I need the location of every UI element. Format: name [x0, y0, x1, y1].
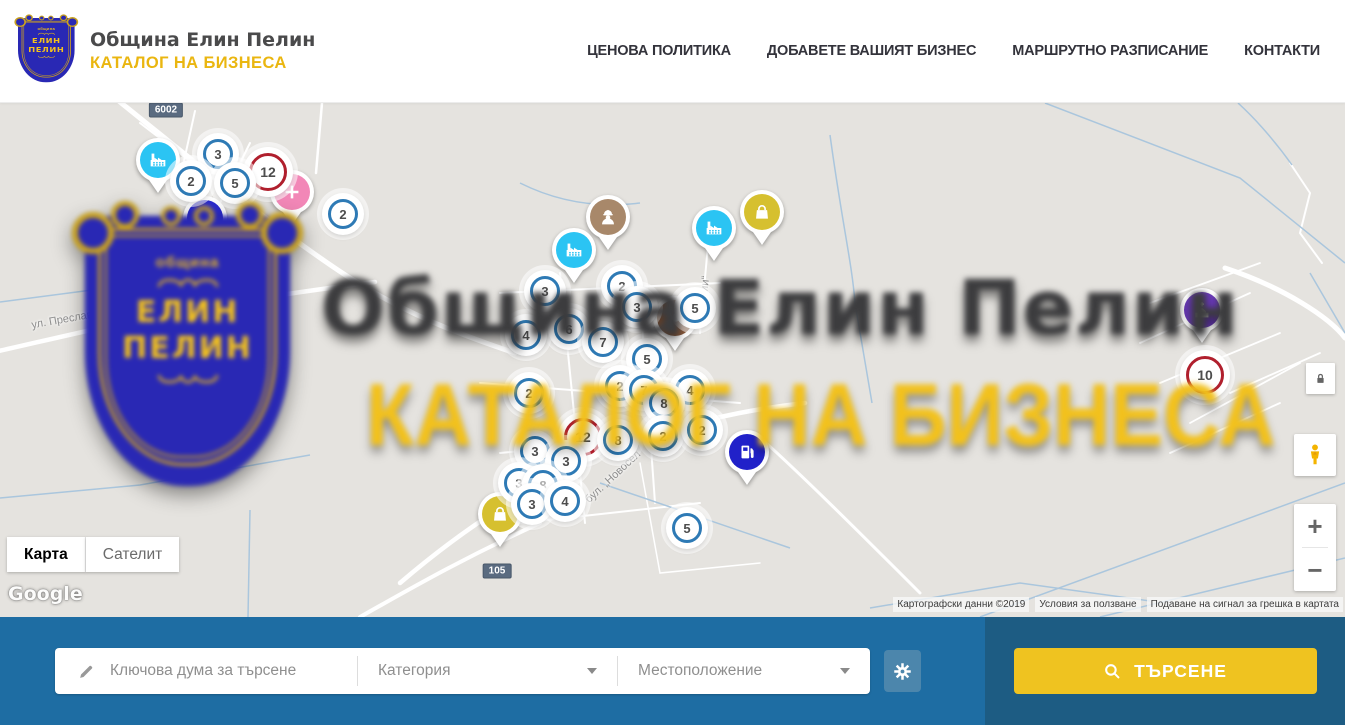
- page: община ЕЛИН ПЕЛИН Община Елин Пелин КАТА…: [0, 0, 1345, 725]
- map-canvas[interactable]: 6002105ул. Преславбул. „Новоселции“ 1232…: [0, 103, 1345, 617]
- category-pin[interactable]: [740, 190, 784, 234]
- cluster-marker[interactable]: 3: [524, 270, 566, 312]
- fuel-icon: [729, 434, 765, 470]
- cluster-count: 4: [550, 486, 580, 516]
- cluster-count: 2: [687, 415, 717, 445]
- cluster-marker[interactable]: 2: [642, 415, 684, 457]
- emblem-name-line1: ЕЛИН: [32, 37, 61, 46]
- cluster-count: 4: [511, 320, 541, 350]
- category-select[interactable]: Категория: [357, 656, 617, 686]
- bag-icon: [744, 194, 780, 230]
- search-fields-group: Категория Местоположение: [55, 648, 870, 694]
- chevron-down-icon: [587, 668, 597, 674]
- cluster-count: 5: [220, 168, 250, 198]
- category-pin[interactable]: [552, 228, 596, 272]
- emblem-ornament-icon: [37, 32, 56, 36]
- business-markers: 123252323564752742812822333834510: [0, 103, 1345, 617]
- emblem-town-label: община: [37, 27, 55, 31]
- cluster-count: 3: [622, 292, 652, 322]
- advanced-search-button[interactable]: [884, 650, 921, 692]
- category-pin[interactable]: [725, 430, 769, 474]
- cluster-marker[interactable]: 2: [322, 193, 364, 235]
- cluster-marker[interactable]: 2: [681, 409, 723, 451]
- attribution-terms-link[interactable]: Условия за ползване: [1035, 597, 1140, 612]
- attribution-report-link[interactable]: Подаване на сигнал за грешка в картата: [1147, 597, 1343, 612]
- map-type-control: Карта Сателит: [7, 537, 179, 572]
- map-type-map-button[interactable]: Карта: [7, 537, 86, 572]
- cluster-marker[interactable]: 4: [505, 314, 547, 356]
- cluster-count: 6: [554, 314, 584, 344]
- zoom-out-button[interactable]: −: [1294, 548, 1336, 591]
- street-view-pegman[interactable]: [1294, 434, 1336, 476]
- cluster-marker[interactable]: 10: [1180, 350, 1230, 400]
- category-pin[interactable]: [1180, 288, 1224, 332]
- search-icon: [1103, 662, 1122, 681]
- cluster-count: 2: [328, 199, 358, 229]
- lock-icon: [1313, 371, 1328, 386]
- map-type-satellite-button[interactable]: Сателит: [86, 537, 179, 572]
- cluster-marker[interactable]: 8: [597, 419, 639, 461]
- zoom-control: + −: [1294, 504, 1336, 591]
- keyword-field-wrap: [55, 662, 357, 681]
- cluster-marker[interactable]: 2: [508, 372, 550, 414]
- category-pin[interactable]: [692, 206, 736, 250]
- site-header: община ЕЛИН ПЕЛИН Община Елин Пелин КАТА…: [0, 0, 1345, 103]
- cluster-marker[interactable]: 5: [666, 507, 708, 549]
- cluster-marker[interactable]: 3: [616, 286, 658, 328]
- fuel-icon: [187, 200, 223, 236]
- site-title: Община Елин Пелин: [90, 28, 315, 53]
- nav-contacts[interactable]: КОНТАКТИ: [1244, 43, 1320, 59]
- cluster-count: 5: [680, 293, 710, 323]
- category-select-label: Категория: [378, 662, 450, 680]
- cluster-marker[interactable]: 4: [544, 480, 586, 522]
- search-submit-button[interactable]: ТЪРСЕНЕ: [1014, 648, 1317, 694]
- google-logo: Google: [8, 583, 83, 605]
- cluster-count: 7: [588, 327, 618, 357]
- map-attribution: Картографски данни ©2019 Условия за полз…: [893, 597, 1343, 612]
- zoom-in-button[interactable]: +: [1294, 504, 1336, 547]
- church-icon: [1184, 292, 1220, 328]
- location-select[interactable]: Местоположение: [617, 656, 870, 686]
- factory-icon: [696, 210, 732, 246]
- factory-icon: [556, 232, 592, 268]
- search-bar: Категория Местоположение ТЪРСЕНЕ: [0, 617, 1345, 725]
- attribution-data-label: Картографски данни ©2019: [893, 597, 1029, 612]
- lock-button[interactable]: [1306, 363, 1335, 394]
- nav-route-schedule[interactable]: МАРШРУТНО РАЗПИСАНИЕ: [1012, 43, 1208, 59]
- cluster-count: 2: [648, 421, 678, 451]
- cluster-marker[interactable]: 5: [674, 287, 716, 329]
- site-subtitle: КАТАЛОГ НА БИЗНЕСА: [90, 53, 315, 74]
- category-pin[interactable]: [183, 196, 227, 240]
- nav-pricing-policy[interactable]: ЦЕНОВА ПОЛИТИКА: [587, 43, 731, 59]
- pencil-icon: [77, 662, 96, 681]
- cluster-marker[interactable]: 7: [582, 321, 624, 363]
- cluster-count: 2: [176, 166, 206, 196]
- brand[interactable]: община ЕЛИН ПЕЛИН Община Елин Пелин КАТА…: [18, 18, 315, 84]
- cluster-count: 8: [603, 425, 633, 455]
- cluster-count: 10: [1186, 356, 1224, 394]
- nav-add-your-business[interactable]: ДОБАВЕТЕ ВАШИЯТ БИЗНЕС: [767, 43, 976, 59]
- cluster-count: 5: [672, 513, 702, 543]
- category-pin[interactable]: [586, 195, 630, 239]
- cluster-count: 8: [649, 388, 679, 418]
- municipality-logo: община ЕЛИН ПЕЛИН: [18, 18, 76, 84]
- location-select-label: Местоположение: [638, 662, 762, 680]
- cluster-marker[interactable]: 5: [214, 162, 256, 204]
- cluster-count: 3: [530, 276, 560, 306]
- main-nav: ЦЕНОВА ПОЛИТИКА ДОБАВЕТЕ ВАШИЯТ БИЗНЕС М…: [587, 43, 1320, 59]
- chevron-down-icon: [840, 668, 850, 674]
- emblem-ornament-icon: [37, 55, 56, 59]
- worker-icon: [590, 199, 626, 235]
- emblem-name-line2: ПЕЛИН: [28, 45, 64, 54]
- cluster-marker[interactable]: 2: [170, 160, 212, 202]
- keyword-search-input[interactable]: [110, 662, 340, 680]
- cluster-count: 2: [514, 378, 544, 408]
- cluster-count: 3: [517, 489, 547, 519]
- submit-panel: ТЪРСЕНЕ: [985, 617, 1345, 725]
- gear-icon: [891, 660, 914, 683]
- pegman-icon: [1302, 442, 1328, 468]
